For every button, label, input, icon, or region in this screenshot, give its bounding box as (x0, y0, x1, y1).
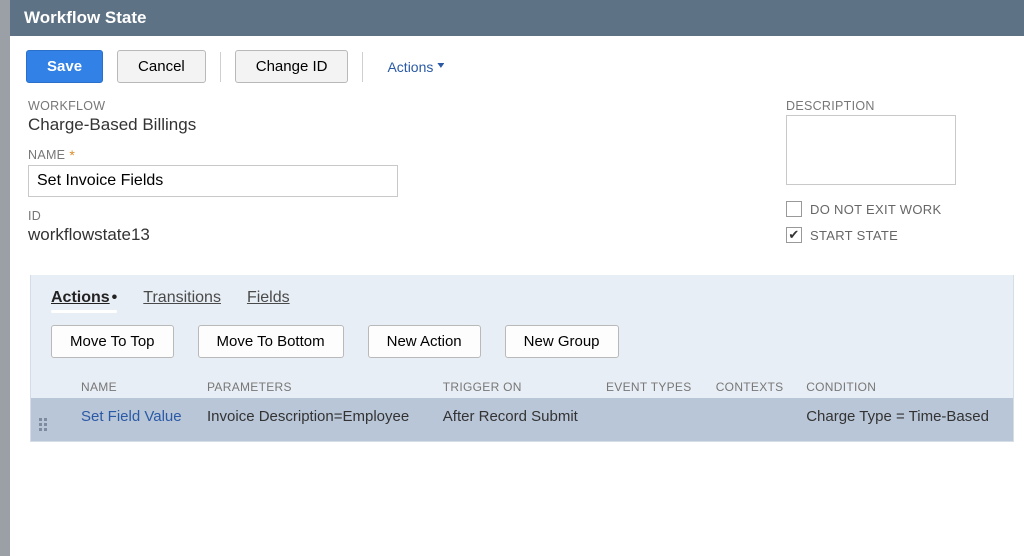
col-condition: CONDITION (798, 372, 1013, 398)
start-state-row: ✔ START STATE (786, 227, 1006, 243)
tab-fields[interactable]: Fields (247, 289, 290, 307)
row-trigger-on: After Record Submit (435, 398, 598, 441)
col-contexts: CONTEXTS (708, 372, 798, 398)
col-name: NAME (73, 372, 199, 398)
new-action-button[interactable]: New Action (368, 325, 481, 358)
form-col-left: WORKFLOW Charge-Based Billings NAME * ID… (28, 99, 726, 257)
page-title: Workflow State (10, 0, 1024, 36)
page: Workflow State Save Cancel Change ID Act… (10, 0, 1024, 556)
description-field: DESCRIPTION (786, 99, 1006, 189)
divider (362, 52, 363, 82)
save-button[interactable]: Save (26, 50, 103, 83)
toolbar: Save Cancel Change ID Actions (10, 36, 1024, 93)
description-input[interactable] (786, 115, 956, 185)
row-name-link[interactable]: Set Field Value (81, 408, 182, 425)
row-event-types (598, 398, 708, 441)
workflow-value: Charge-Based Billings (28, 115, 726, 135)
tab-transitions[interactable]: Transitions (143, 289, 221, 307)
id-field: ID workflowstate13 (28, 209, 726, 245)
col-parameters: PARAMETERS (199, 372, 435, 398)
id-label: ID (28, 209, 726, 223)
caret-down-icon (437, 63, 444, 70)
divider (220, 52, 221, 82)
row-contexts (708, 398, 798, 441)
start-state-label: START STATE (810, 228, 898, 243)
tab-actions[interactable]: Actions• (51, 289, 117, 307)
do-not-exit-checkbox[interactable] (786, 201, 802, 217)
left-gutter (0, 0, 10, 556)
change-id-button[interactable]: Change ID (235, 50, 349, 83)
name-input[interactable] (28, 165, 398, 197)
actions-menu[interactable]: Actions (387, 59, 444, 75)
row-parameters: Invoice Description=Employee (199, 398, 435, 441)
actions-menu-label: Actions (387, 59, 433, 75)
tabs: Actions• Transitions Fields (31, 275, 1013, 317)
row-condition: Charge Type = Time-Based (798, 398, 1013, 441)
action-buttons: Move To Top Move To Bottom New Action Ne… (31, 317, 1013, 372)
move-to-top-button[interactable]: Move To Top (51, 325, 174, 358)
new-group-button[interactable]: New Group (505, 325, 619, 358)
table-row[interactable]: Set Field Value Invoice Description=Empl… (31, 398, 1013, 441)
start-state-checkbox[interactable]: ✔ (786, 227, 802, 243)
table-header-row: NAME PARAMETERS TRIGGER ON EVENT TYPES C… (31, 372, 1013, 398)
id-value: workflowstate13 (28, 225, 726, 245)
col-event-types: EVENT TYPES (598, 372, 708, 398)
tab-transitions-label: Transitions (143, 289, 221, 306)
do-not-exit-label: DO NOT EXIT WORK (810, 202, 941, 217)
workflow-label: WORKFLOW (28, 99, 726, 113)
col-trigger-on: TRIGGER ON (435, 372, 598, 398)
required-asterisk-icon: * (69, 147, 75, 163)
actions-table: NAME PARAMETERS TRIGGER ON EVENT TYPES C… (31, 372, 1013, 441)
move-to-bottom-button[interactable]: Move To Bottom (198, 325, 344, 358)
tab-fields-label: Fields (247, 289, 290, 306)
form-area: WORKFLOW Charge-Based Billings NAME * ID… (10, 93, 1024, 271)
dirty-dot-icon: • (112, 289, 118, 306)
name-field: NAME * (28, 147, 726, 197)
subpanel: Actions• Transitions Fields Move To Top … (30, 275, 1014, 442)
workflow-field: WORKFLOW Charge-Based Billings (28, 99, 726, 135)
form-col-right: DESCRIPTION DO NOT EXIT WORK ✔ START STA… (786, 99, 1006, 257)
description-label: DESCRIPTION (786, 99, 1006, 113)
do-not-exit-row: DO NOT EXIT WORK (786, 201, 1006, 217)
name-label: NAME (28, 148, 65, 162)
tab-actions-label: Actions (51, 289, 110, 306)
drag-handle-icon[interactable] (39, 418, 47, 431)
cancel-button[interactable]: Cancel (117, 50, 206, 83)
